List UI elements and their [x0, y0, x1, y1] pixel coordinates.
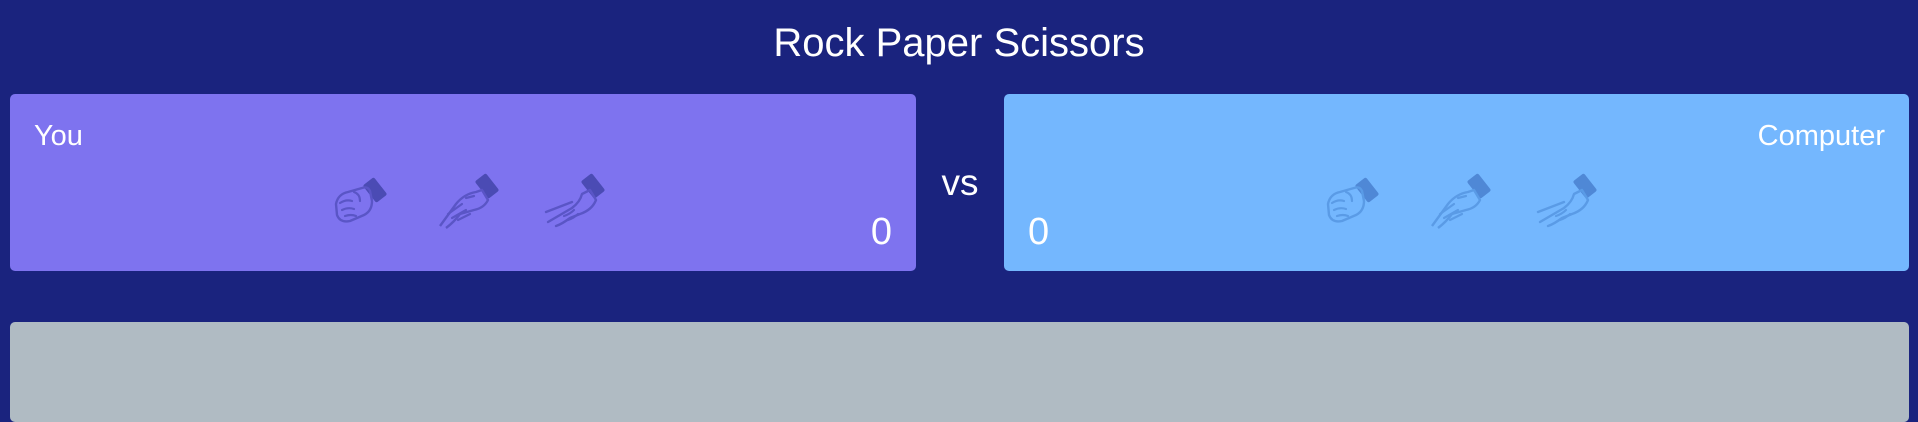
rock-hand-icon	[1322, 170, 1394, 230]
player-choices	[330, 170, 614, 230]
computer-choices	[1322, 170, 1606, 230]
game-title: Rock Paper Scissors	[773, 21, 1145, 65]
computer-label: Computer	[1757, 120, 1885, 152]
paper-hand-icon[interactable]	[436, 170, 508, 230]
computer-panel: Computer 0	[1004, 94, 1909, 271]
versus-label: vs	[941, 162, 979, 203]
computer-score: 0	[1028, 211, 1050, 253]
scissors-hand-icon	[1534, 170, 1606, 230]
player-panel: You 0	[10, 94, 916, 271]
result-panel	[10, 322, 1909, 422]
rock-hand-icon[interactable]	[330, 170, 402, 230]
player-label: You	[34, 120, 83, 152]
scissors-hand-icon[interactable]	[542, 170, 614, 230]
player-score: 0	[870, 211, 892, 253]
paper-hand-icon	[1428, 170, 1500, 230]
